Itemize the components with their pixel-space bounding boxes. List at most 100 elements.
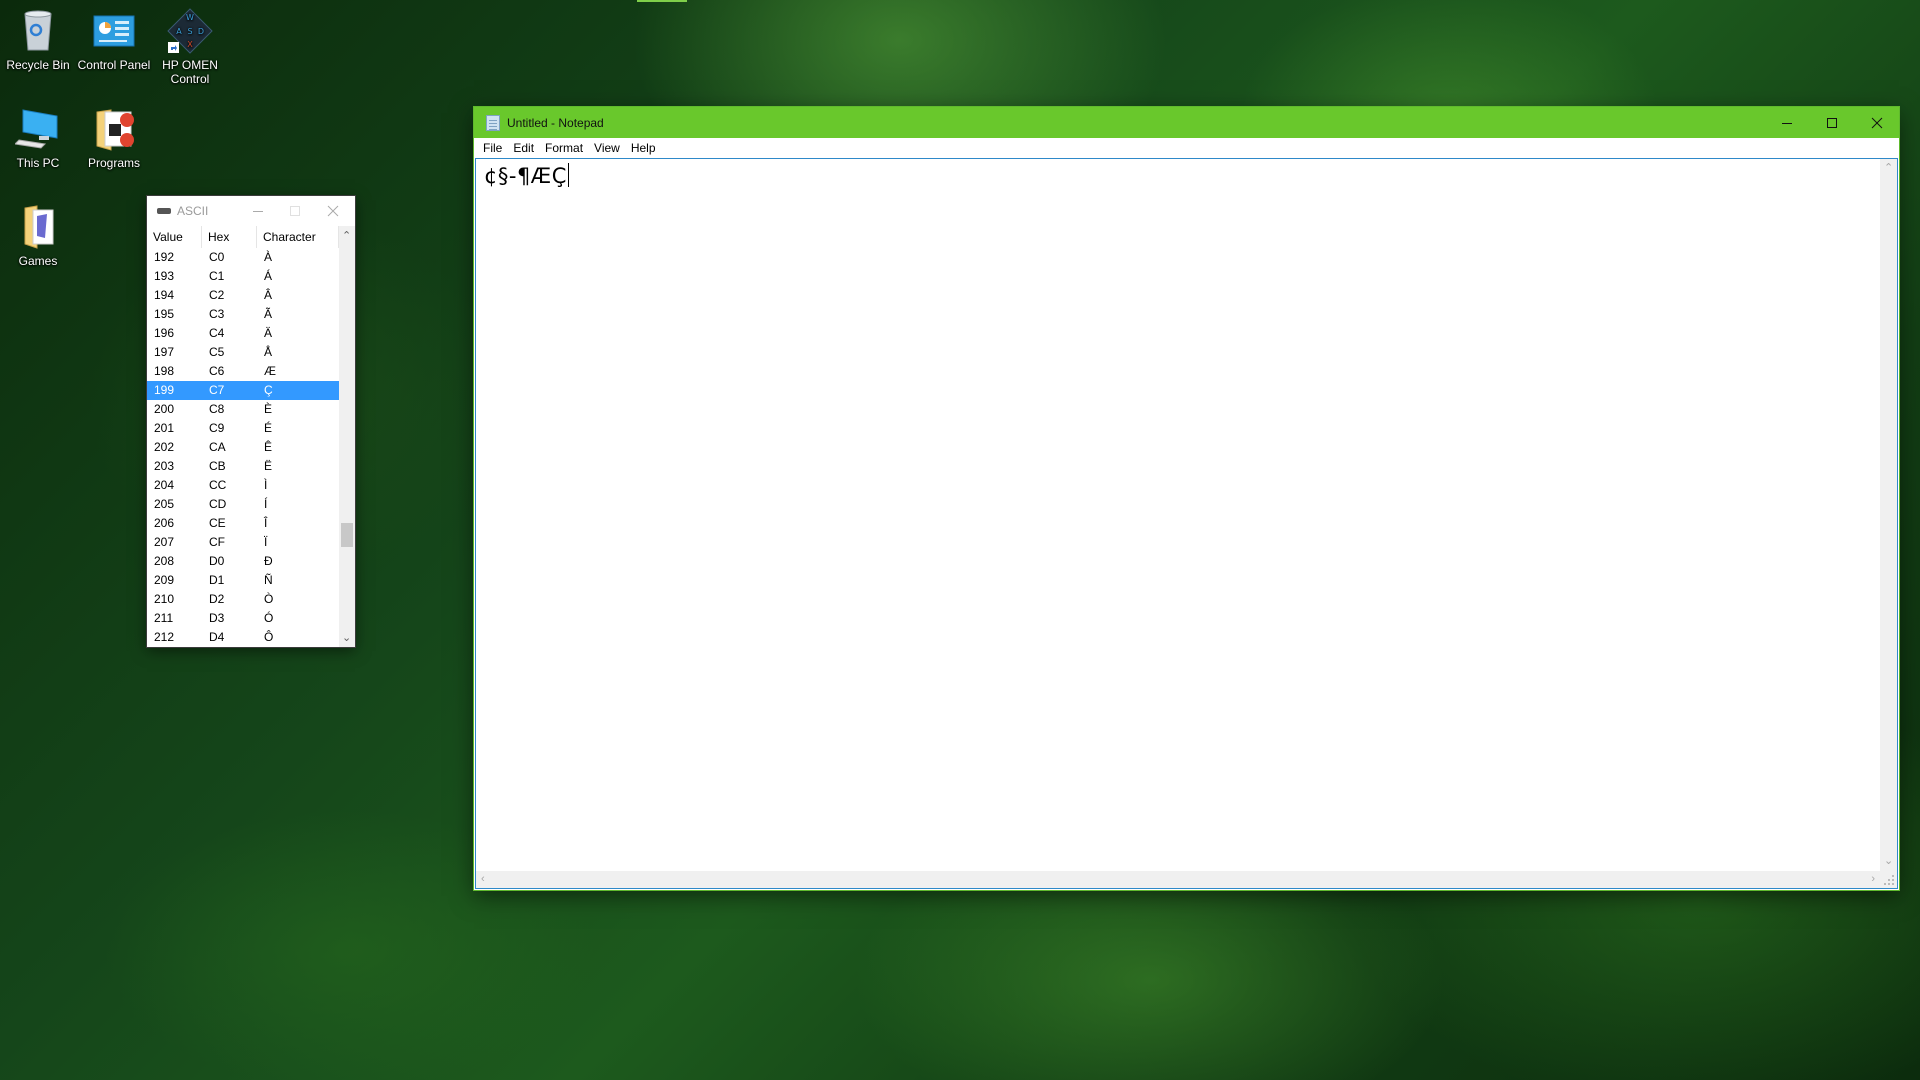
table-row[interactable]: 204 CC Ì xyxy=(147,476,339,495)
cell-value: 198 xyxy=(154,364,175,378)
table-row[interactable]: 212 D4 Ô xyxy=(147,628,339,647)
table-row[interactable]: 194 C2 Â xyxy=(147,286,339,305)
scroll-down-icon[interactable]: ⌄ xyxy=(1884,856,1893,867)
cell-character: Ç xyxy=(264,383,273,397)
svg-text:D: D xyxy=(198,27,204,36)
table-row[interactable]: 200 C8 È xyxy=(147,400,339,419)
cell-character: Î xyxy=(264,516,268,530)
maximize-button[interactable] xyxy=(1809,107,1854,138)
scroll-left-icon[interactable]: ‹ xyxy=(481,874,485,885)
table-row[interactable]: 208 D0 Ð xyxy=(147,552,339,571)
control-panel-icon xyxy=(91,8,137,54)
table-row[interactable]: 207 CF Ï xyxy=(147,533,339,552)
desktop-icon-this-pc[interactable]: This PC xyxy=(0,106,76,170)
desktop-icon-control-panel[interactable]: Control Panel xyxy=(76,8,152,72)
table-row[interactable]: 197 C5 Å xyxy=(147,343,339,362)
cell-character: Ä xyxy=(264,326,273,340)
maximize-icon xyxy=(290,206,300,216)
cell-value: 201 xyxy=(154,421,175,435)
table-row[interactable]: 193 C1 Á xyxy=(147,267,339,286)
desktop-icon-label: Control xyxy=(170,72,210,86)
cell-value: 207 xyxy=(154,535,175,549)
text-caret xyxy=(567,163,569,187)
text-editor-area[interactable]: ¢§-¶ÆÇ ⌃ ⌄ ‹ › xyxy=(475,158,1898,889)
cell-hex: C1 xyxy=(209,269,225,283)
table-row[interactable]: 196 C4 Ä xyxy=(147,324,339,343)
close-button[interactable] xyxy=(310,196,355,226)
cell-character: Ã xyxy=(264,307,273,321)
window-title: Untitled - Notepad xyxy=(507,115,604,130)
table-row[interactable]: 195 C3 Ã xyxy=(147,305,339,324)
table-row[interactable]: 199 C7 Ç xyxy=(147,381,339,400)
desktop-icon-recycle-bin[interactable]: Recycle Bin xyxy=(0,8,76,72)
column-header-value[interactable]: Value xyxy=(147,226,202,248)
table-row[interactable]: 192 C0 À xyxy=(147,248,339,267)
column-header-character[interactable]: Character xyxy=(257,226,339,248)
minimize-button[interactable] xyxy=(1764,107,1809,138)
svg-text:W: W xyxy=(186,13,194,22)
horizontal-scrollbar[interactable]: ‹ › xyxy=(476,871,1880,888)
ascii-vertical-scrollbar[interactable]: ⌃ ⌄ xyxy=(339,226,355,647)
table-row[interactable]: 198 C6 Æ xyxy=(147,362,339,381)
cell-value: 200 xyxy=(154,402,175,416)
games-folder-icon xyxy=(15,204,61,250)
table-row[interactable]: 201 C9 É xyxy=(147,419,339,438)
svg-text:S: S xyxy=(187,27,192,36)
cell-character: À xyxy=(264,250,273,264)
resize-grip[interactable] xyxy=(1880,871,1897,888)
scroll-up-icon[interactable]: ⌃ xyxy=(1884,163,1893,174)
menu-help[interactable]: Help xyxy=(631,141,662,155)
cell-hex: D3 xyxy=(209,611,225,625)
menu-view[interactable]: View xyxy=(594,141,626,155)
vertical-scrollbar[interactable]: ⌃ ⌄ xyxy=(1880,159,1897,871)
minimize-button[interactable] xyxy=(235,196,280,226)
cell-hex: CB xyxy=(209,459,226,473)
computer-icon xyxy=(13,106,61,152)
desktop-icon-label: HP OMEN xyxy=(162,58,218,72)
hp-omen-wasd-icon: WASDX xyxy=(167,8,213,54)
cell-character: Á xyxy=(264,269,273,283)
table-row[interactable]: 203 CB Ë xyxy=(147,457,339,476)
menu-file[interactable]: File xyxy=(483,141,508,155)
cell-character: Ï xyxy=(264,535,268,549)
cell-character: Æ xyxy=(264,364,276,378)
cell-hex: C8 xyxy=(209,402,225,416)
cell-hex: CC xyxy=(209,478,227,492)
ascii-title-bar[interactable]: ASCII xyxy=(147,196,355,226)
desktop-icon-label: Control Panel xyxy=(77,58,151,72)
desktop-icon-hp-omen-control[interactable]: WASDX HP OMEN Control xyxy=(152,8,228,86)
cell-character: Ì xyxy=(264,478,268,492)
minimize-icon xyxy=(252,211,263,212)
scroll-right-icon[interactable]: › xyxy=(1871,874,1875,885)
minimize-icon xyxy=(1781,122,1792,124)
cell-hex: D2 xyxy=(209,592,225,606)
scroll-down-icon[interactable]: ⌄ xyxy=(342,633,351,644)
close-button[interactable] xyxy=(1854,107,1899,138)
cell-character: Ó xyxy=(264,611,274,625)
cell-hex: CD xyxy=(209,497,227,511)
cell-value: 199 xyxy=(154,383,175,397)
table-row[interactable]: 210 D2 Ò xyxy=(147,590,339,609)
keyboard-icon xyxy=(157,208,171,214)
menu-edit[interactable]: Edit xyxy=(513,141,540,155)
scroll-up-icon[interactable]: ⌃ xyxy=(342,231,351,242)
cell-value: 209 xyxy=(154,573,175,587)
close-icon xyxy=(327,205,338,217)
desktop-icon-programs[interactable]: Programs xyxy=(76,106,152,170)
table-row[interactable]: 206 CE Î xyxy=(147,514,339,533)
cell-value: 192 xyxy=(154,250,175,264)
scrollbar-thumb[interactable] xyxy=(341,523,353,548)
table-row[interactable]: 202 CA Ê xyxy=(147,438,339,457)
cell-hex: C9 xyxy=(209,421,225,435)
table-row[interactable]: 209 D1 Ñ xyxy=(147,571,339,590)
menu-format[interactable]: Format xyxy=(545,141,589,155)
cell-hex: CF xyxy=(209,535,225,549)
maximize-button[interactable] xyxy=(280,196,310,226)
desktop-icon-games[interactable]: Games xyxy=(0,204,76,268)
desktop-icon-label: Recycle Bin xyxy=(6,58,70,72)
table-row[interactable]: 211 D3 Ó xyxy=(147,609,339,628)
table-row[interactable]: 205 CD Í xyxy=(147,495,339,514)
column-header-hex[interactable]: Hex xyxy=(202,226,257,248)
notepad-title-bar[interactable]: Untitled - Notepad xyxy=(474,107,1899,138)
cell-character: Ð xyxy=(264,554,273,568)
